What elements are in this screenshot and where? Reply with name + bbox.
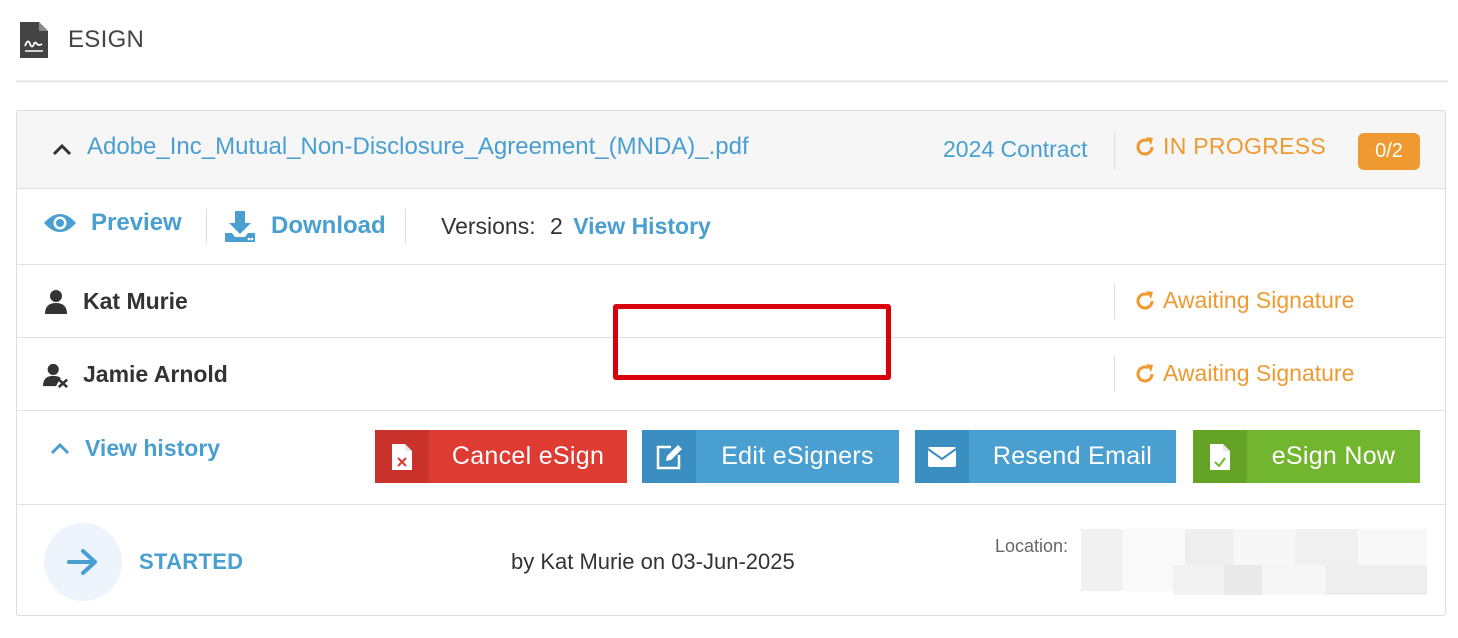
signer-row: Jamie Arnold Awaiting Signature <box>17 338 1445 411</box>
eye-icon <box>44 214 76 232</box>
view-history-link[interactable]: View History <box>573 213 711 239</box>
location-redacted <box>1173 565 1427 595</box>
document-category: 2024 Contract <box>943 136 1088 162</box>
signer-status: Awaiting Signature <box>1133 287 1354 314</box>
chevron-up-icon <box>50 442 70 454</box>
esign-now-label: eSign Now <box>1271 442 1396 470</box>
edit-icon <box>642 430 696 483</box>
history-event-badge <box>44 523 122 601</box>
page-title: ESIGN <box>68 26 145 53</box>
versions-count: 2 <box>550 213 563 239</box>
document-status: IN PROGRESS <box>1133 133 1326 160</box>
esign-document-panel: Adobe_Inc_Mutual_Non-Disclosure_Agreemen… <box>16 110 1446 616</box>
refresh-icon <box>1136 136 1154 156</box>
versions-label: Versions: <box>441 213 536 239</box>
versions-info: Versions: 2 View History <box>441 213 711 240</box>
view-history-label: View history <box>85 435 221 461</box>
preview-label: Preview <box>91 209 182 236</box>
preview-link[interactable]: Preview <box>43 209 182 237</box>
signature-document-icon <box>20 22 48 58</box>
signer-status-text: Awaiting Signature <box>1163 360 1355 386</box>
document-status-text: IN PROGRESS <box>1163 133 1327 159</box>
divider <box>1114 283 1115 319</box>
page-header: ESIGN <box>16 0 1448 83</box>
signer-status: Awaiting Signature <box>1133 360 1354 387</box>
cancel-esign-label: Cancel eSign <box>451 442 605 470</box>
signed-count-badge: 0/2 <box>1358 133 1420 170</box>
history-event-details: by Kat Murie on 03-Jun-2025 <box>511 549 795 574</box>
edit-esigners-label: Edit eSigners <box>721 442 874 470</box>
chevron-up-icon[interactable] <box>51 139 73 161</box>
resend-email-label: Resend Email <box>992 442 1153 470</box>
document-actions-row: Preview Download Versions: 2 View Histor… <box>17 189 1445 265</box>
document-header-row: Adobe_Inc_Mutual_Non-Disclosure_Agreemen… <box>17 111 1445 189</box>
download-label: Download <box>271 212 386 239</box>
envelope-icon <box>915 430 969 483</box>
cancel-esign-button[interactable]: Cancel eSign <box>375 430 627 483</box>
history-entry: STARTED by Kat Murie on 03-Jun-2025 Loca… <box>17 505 1445 615</box>
signer-name: Kat Murie <box>83 288 188 314</box>
resend-email-button[interactable]: Resend Email <box>915 430 1176 483</box>
signer-name: Jamie Arnold <box>83 361 228 387</box>
view-history-toggle[interactable]: View history <box>49 435 220 462</box>
location-label: Location: <box>995 536 1069 556</box>
arrow-right-icon <box>67 549 97 575</box>
file-cancel-icon <box>375 430 429 483</box>
user-icon <box>45 290 67 314</box>
download-link[interactable]: Download <box>223 209 386 243</box>
refresh-icon <box>1136 290 1154 310</box>
controls-row: View history Cancel eSign Edit eSigners <box>17 411 1445 505</box>
history-event-label: STARTED <box>139 549 244 574</box>
signer-status-text: Awaiting Signature <box>1163 287 1355 313</box>
esign-now-button[interactable]: eSign Now <box>1193 430 1420 483</box>
divider <box>405 209 406 243</box>
divider <box>206 209 207 243</box>
file-check-icon <box>1193 430 1247 483</box>
edit-esigners-button[interactable]: Edit eSigners <box>642 430 899 483</box>
signer-row: Kat Murie Awaiting Signature <box>17 265 1445 338</box>
divider <box>1114 356 1115 392</box>
document-filename-link[interactable]: Adobe_Inc_Mutual_Non-Disclosure_Agreemen… <box>87 133 749 161</box>
divider <box>1114 131 1115 169</box>
refresh-icon <box>1136 363 1154 383</box>
download-icon <box>225 211 255 242</box>
user-edit-icon <box>43 363 69 388</box>
